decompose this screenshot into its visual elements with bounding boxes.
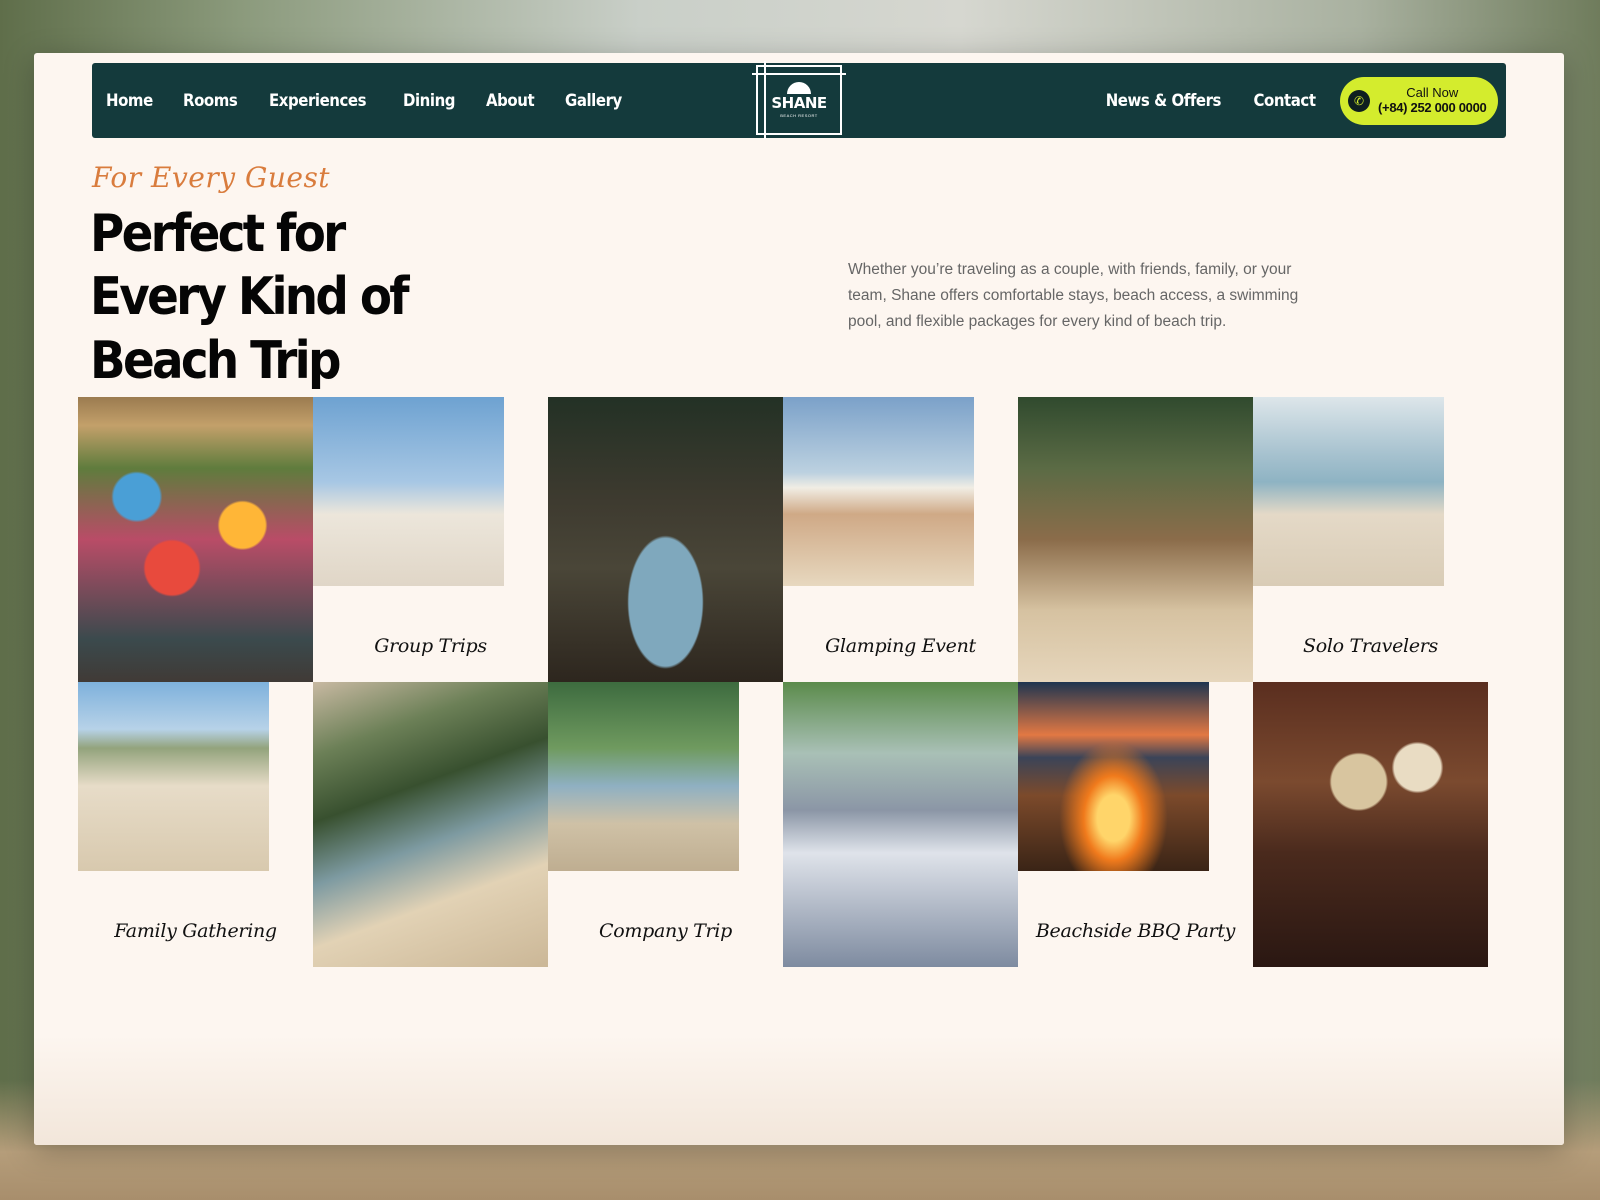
nav-experiences[interactable]: Experiences [269, 91, 367, 111]
gallery-card-solo-travelers[interactable]: Solo Travelers [1253, 397, 1488, 682]
section-title: Perfect for Every Kind of Beach Trip [90, 204, 410, 391]
gallery-photo-group-picnic[interactable] [78, 397, 313, 682]
gallery-card-company-trip[interactable]: Company Trip [548, 682, 783, 967]
beach-gate-image [548, 397, 783, 682]
main-nav: Home Rooms Experiences Dining About Gall… [92, 61, 1506, 139]
gallery-photo-aerial-beach[interactable] [313, 682, 548, 967]
glamping-event-image [783, 397, 974, 586]
beach-walk-image [1018, 397, 1253, 682]
call-now-button[interactable]: ✆ Call Now (+84) 252 000 0000 [1340, 76, 1498, 125]
group-picnic-image [78, 397, 313, 682]
caption-group-trips: Group Trips [374, 635, 487, 657]
caption-glamping-event: Glamping Event [825, 635, 976, 657]
gallery-photo-beach-gate[interactable] [548, 397, 783, 682]
call-text: Call Now (+84) 252 000 0000 [1378, 84, 1487, 116]
nav-gallery[interactable]: Gallery [565, 91, 622, 111]
aerial-beach-image [313, 682, 548, 967]
gallery-card-glamping-event[interactable]: Glamping Event [783, 397, 1018, 682]
gallery-card-family-gathering[interactable]: Family Gathering [78, 682, 313, 967]
nav-contact[interactable]: Contact [1254, 91, 1317, 111]
nav-news-offers[interactable]: News & Offers [1106, 91, 1222, 111]
caption-beachside-bbq: Beachside BBQ Party [1035, 920, 1236, 942]
family-gathering-image [78, 682, 269, 871]
phone-icon: ✆ [1348, 89, 1370, 112]
logo-subtext: BEACH RESORT [780, 113, 818, 118]
grill-image [1253, 682, 1488, 967]
bonfire-image [1018, 682, 1209, 871]
section-kicker: For Every Guest [92, 161, 331, 194]
gallery-photo-beach-walk[interactable] [1018, 397, 1253, 682]
company-trip-image [548, 682, 739, 871]
gallery-card-beachside-bbq[interactable]: Beachside BBQ Party [1018, 682, 1253, 967]
nav-rooms[interactable]: Rooms [183, 91, 238, 111]
caption-family-gathering: Family Gathering [114, 920, 277, 942]
team-shirts-image [783, 682, 1018, 967]
caption-solo-travelers: Solo Travelers [1302, 635, 1439, 657]
solo-travelers-image [1253, 397, 1444, 586]
nav-left: Home Rooms Experiences Dining About Gall… [106, 91, 654, 111]
section-description: Whether you’re traveling as a couple, wi… [848, 261, 1299, 330]
nav-dining[interactable]: Dining [403, 91, 455, 111]
logo-text: SHANE [771, 94, 827, 112]
nav-about[interactable]: About [486, 91, 535, 111]
site-logo[interactable]: SHANE BEACH RESORT [752, 61, 846, 139]
gallery-photo-team-shirts[interactable] [783, 682, 1018, 967]
trip-gallery: Group Trips Glamping Event Solo Traveler… [78, 397, 1488, 967]
call-number: (+84) 252 000 0000 [1378, 99, 1487, 115]
palm-sun-icon [787, 82, 811, 94]
gallery-card-group-trips[interactable]: Group Trips [313, 397, 548, 682]
gallery-photo-grill[interactable] [1253, 682, 1488, 967]
nav-home[interactable]: Home [106, 91, 153, 111]
browser-page: Home Rooms Experiences Dining About Gall… [34, 53, 1564, 1145]
group-trips-image [313, 397, 504, 586]
caption-company-trip: Company Trip [599, 920, 732, 942]
call-label: Call Now [1406, 84, 1459, 100]
nav-right: News & Offers Contact ✆ Call Now (+84) 2… [1090, 76, 1498, 125]
